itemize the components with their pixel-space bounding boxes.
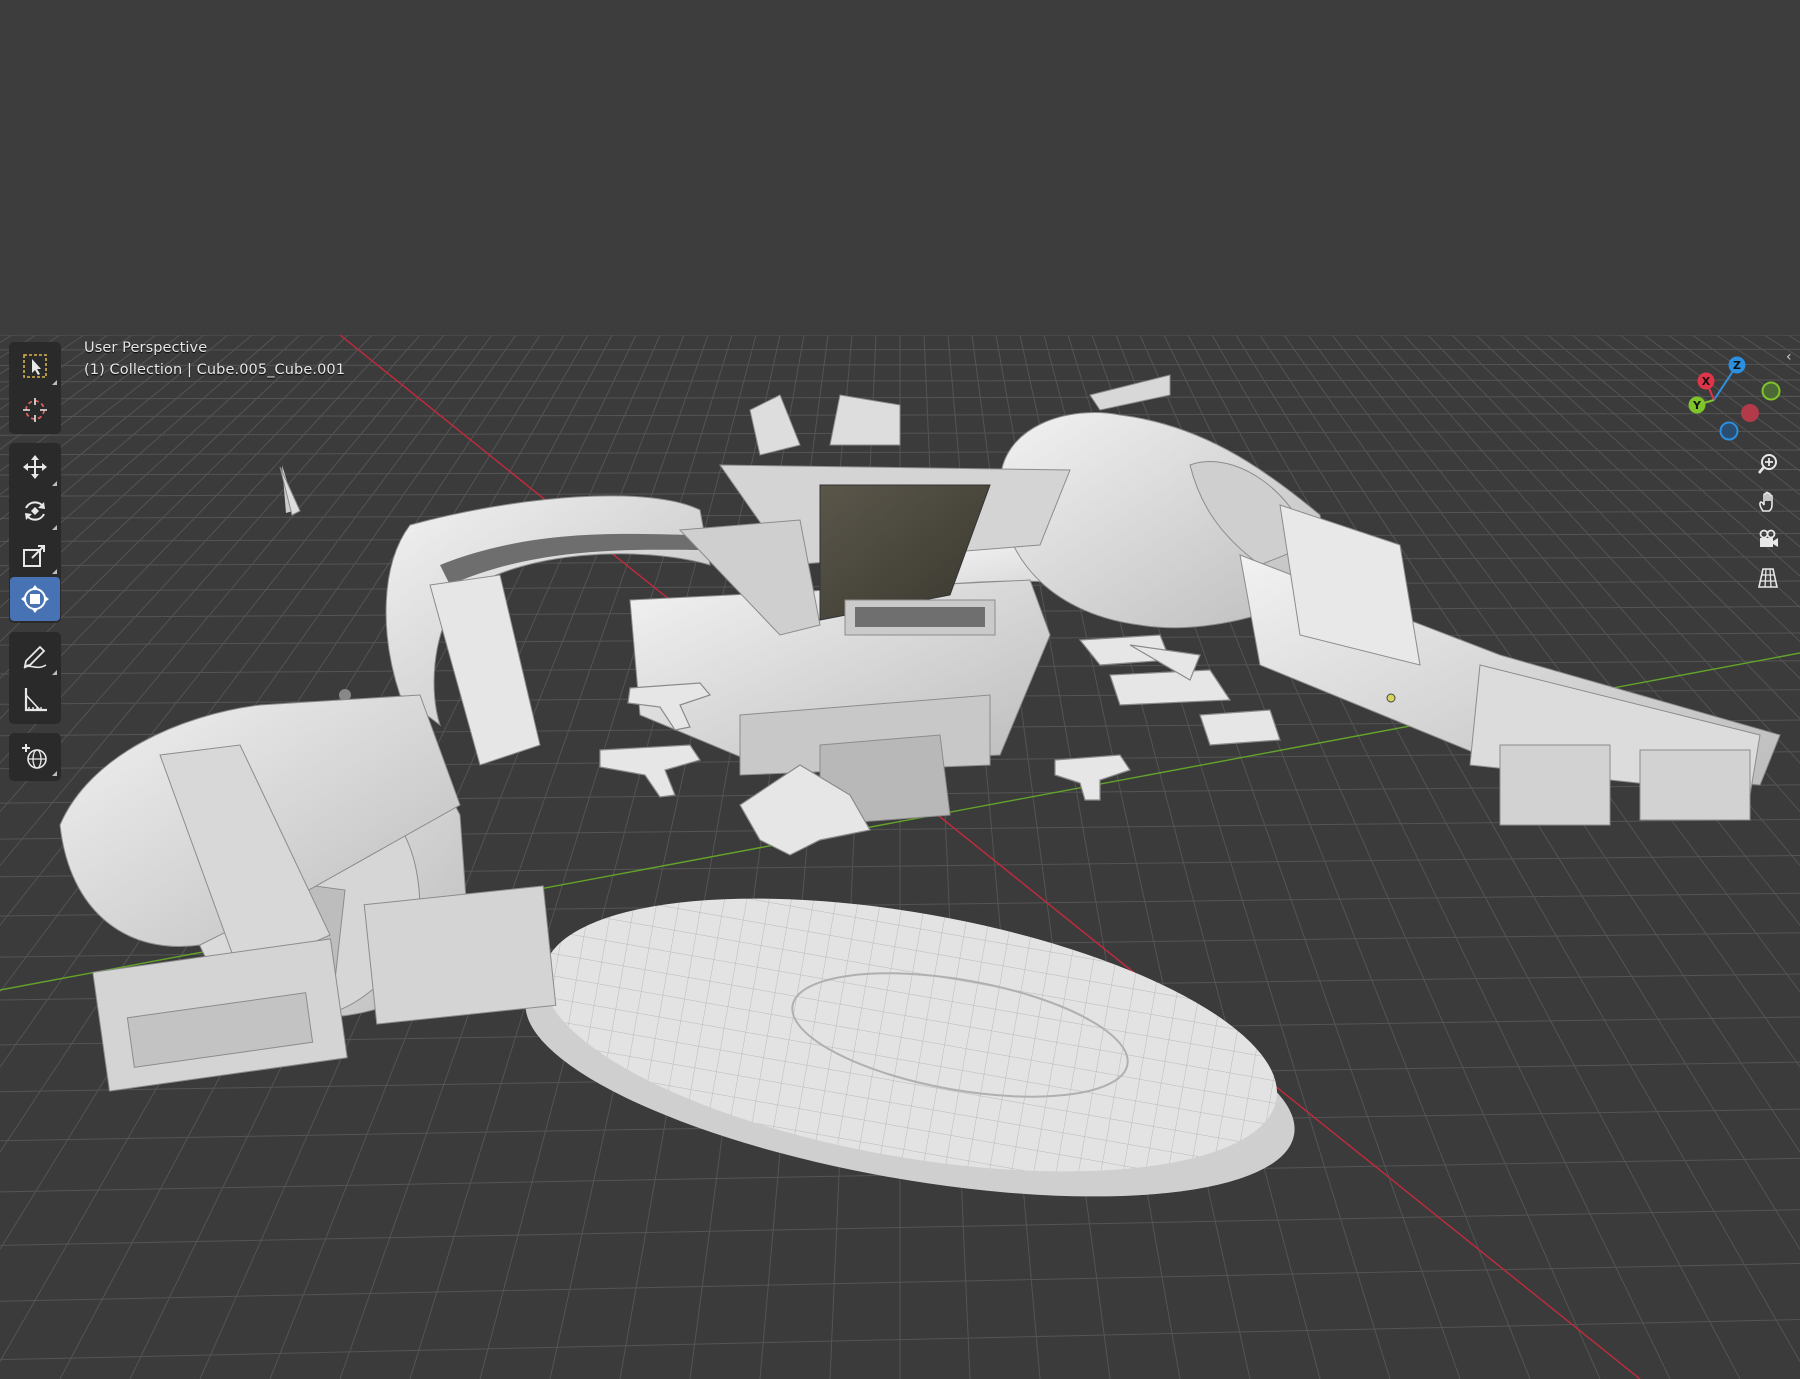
move-arrows-icon <box>23 455 47 479</box>
transform-tool[interactable] <box>10 577 60 621</box>
scene-render[interactable] <box>0 335 1800 1379</box>
navigation-gizmo[interactable]: Z X Y <box>1686 345 1796 445</box>
hand-icon <box>1759 491 1773 512</box>
rotate-tool[interactable] <box>10 489 60 533</box>
measure-tool[interactable] <box>10 678 60 722</box>
scale-tool[interactable] <box>10 533 60 577</box>
view-context-label: (1) Collection | Cube.005_Cube.001 <box>84 362 346 378</box>
gizmo-x-axis[interactable]: X <box>1697 372 1715 390</box>
gizmo-z-axis[interactable]: Z <box>1728 356 1746 374</box>
rotate-icon <box>25 501 45 521</box>
view-name-label: User Perspective <box>84 340 208 356</box>
grid-perspective-icon <box>1758 568 1778 588</box>
landing-pad <box>525 898 1295 1197</box>
gizmo-neg-x <box>1741 404 1759 422</box>
svg-text:Y: Y <box>1692 399 1702 412</box>
right-cannon <box>1239 504 1781 826</box>
gizmo-neg-z <box>1719 421 1739 441</box>
camera-view-button[interactable] <box>1749 521 1787 559</box>
cursor-crosshair-icon <box>23 398 47 422</box>
select-box-icon <box>23 354 47 378</box>
sidebar-toggle-icon[interactable]: ‹ <box>1786 349 1792 365</box>
zoom-button[interactable] <box>1749 445 1787 483</box>
pan-button[interactable] <box>1749 483 1787 521</box>
select-box-tool[interactable] <box>10 344 60 388</box>
viewport-nav-controls <box>1749 445 1791 597</box>
tool-group-add <box>9 733 61 781</box>
zoom-magnifier-icon <box>1758 454 1777 474</box>
gizmo-neg-y <box>1761 381 1781 401</box>
tool-group-select <box>9 342 61 434</box>
measure-ruler-icon <box>24 688 47 712</box>
empty-top-area <box>0 0 1800 335</box>
cursor-tool[interactable] <box>10 388 60 432</box>
annotate-tool[interactable] <box>10 634 60 678</box>
scale-icon <box>23 545 45 567</box>
left-cannon <box>59 574 557 1092</box>
3d-viewport[interactable]: User Perspective (1) Collection | Cube.0… <box>0 335 1800 1379</box>
svg-text:X: X <box>1702 375 1711 388</box>
transform-icon <box>21 585 49 613</box>
add-object-tool[interactable] <box>10 735 60 779</box>
tool-group-transform <box>9 443 61 623</box>
add-object-icon <box>22 744 47 769</box>
ortho-toggle-button[interactable] <box>1749 559 1787 597</box>
annotate-pencil-icon <box>23 645 47 669</box>
camera-icon <box>1759 529 1778 547</box>
move-tool[interactable] <box>10 445 60 489</box>
tool-shelf <box>9 342 61 790</box>
tool-group-annotate <box>9 632 61 724</box>
svg-text:Z: Z <box>1733 359 1741 372</box>
gizmo-y-axis[interactable]: Y <box>1688 396 1706 414</box>
